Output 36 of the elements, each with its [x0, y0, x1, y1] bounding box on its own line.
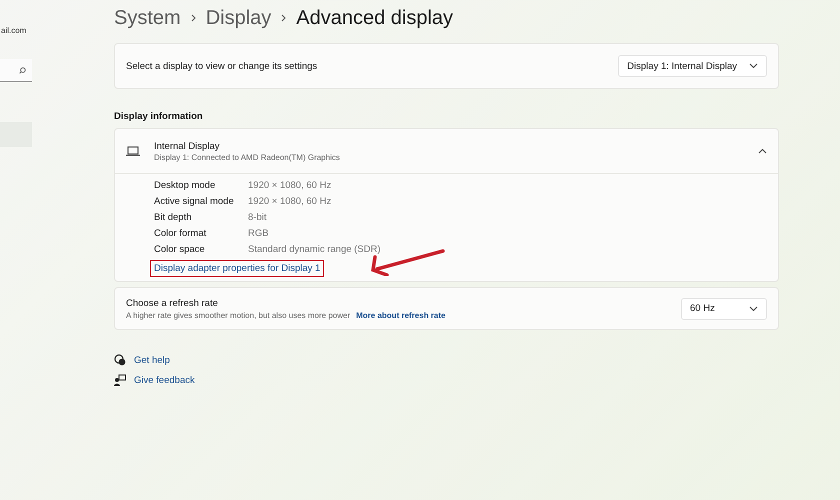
display-dropdown[interactable]: Display 1: Internal Display: [618, 55, 767, 77]
chevron-up-icon[interactable]: [758, 148, 767, 154]
info-value: 8-bit: [248, 212, 268, 223]
laptop-icon: [126, 146, 140, 156]
search-icon: [19, 66, 26, 74]
chevron-right-icon: [190, 14, 196, 22]
info-label: Color format: [154, 228, 208, 239]
account-email: ail.com: [1, 26, 28, 35]
chevron-right-icon: [281, 14, 286, 22]
display-connection: Display 1: Connected to AMD Radeon(TM) Graphics: [154, 152, 340, 162]
search-field[interactable]: [0, 59, 32, 82]
feedback-icon: [114, 374, 126, 386]
info-value: RGB: [248, 228, 270, 239]
info-label: Active signal mode: [154, 196, 235, 207]
refresh-rate-description: A higher rate gives smoother motion, but also uses more power: [126, 310, 350, 320]
info-label: Bit depth: [154, 212, 192, 223]
help-icon: [114, 354, 126, 366]
section-title: Display information: [114, 111, 204, 122]
adapter-properties-link[interactable]: Display adapter properties for Display 1: [150, 260, 324, 277]
refresh-rate-title: Choose a refresh rate: [126, 298, 219, 308]
breadcrumb-item[interactable]: System: [114, 6, 181, 30]
info-value: 1920 × 1080, 60 Hz: [248, 196, 332, 207]
display-name: Internal Display: [154, 140, 220, 152]
info-label: Desktop mode: [154, 180, 216, 191]
breadcrumb-item[interactable]: Display: [206, 6, 272, 30]
footer-link[interactable]: Give feedback: [134, 374, 195, 386]
footer-link[interactable]: Get help: [134, 354, 170, 366]
info-label: Color space: [154, 244, 206, 255]
info-value: 1920 × 1080, 60 Hz: [248, 180, 332, 191]
info-value: Standard dynamic range (SDR): [248, 244, 382, 255]
chevron-down-icon[interactable]: [749, 63, 758, 69]
breadcrumb-item: Advanced display: [296, 6, 454, 30]
refresh-rate-dropdown[interactable]: 60 Hz: [681, 298, 767, 320]
chevron-down-icon[interactable]: [749, 306, 758, 312]
display-select-label: Select a display to view or change its settings: [126, 60, 318, 72]
refresh-rate-link[interactable]: More about refresh rate: [356, 310, 446, 320]
